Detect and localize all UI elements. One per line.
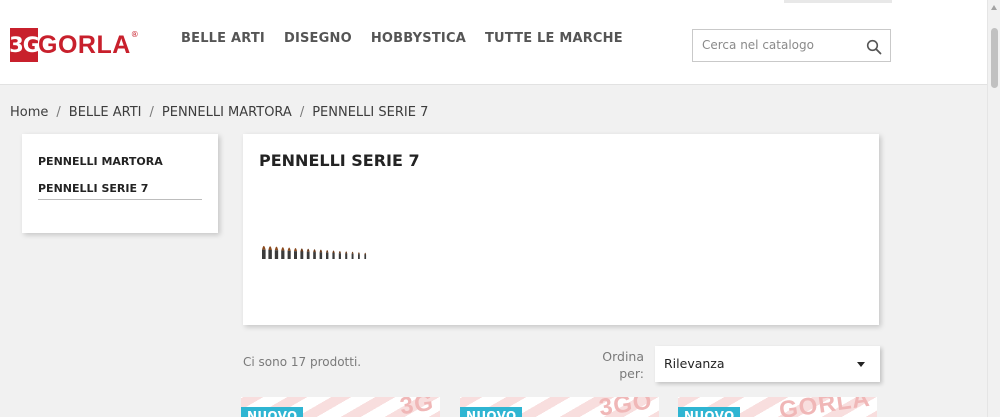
scrollbar-thumb[interactable]: [991, 28, 998, 88]
logo-text: GORLA: [38, 31, 131, 59]
breadcrumb-separator: /: [56, 105, 61, 120]
logo-registered: ®: [130, 30, 139, 39]
sort-dropdown[interactable]: Rilevanza: [655, 346, 880, 382]
product-card[interactable]: GORLA NUOVO: [678, 397, 877, 417]
category-title: PENNELLI SERIE 7: [259, 151, 420, 170]
new-badge: NUOVO: [460, 407, 523, 417]
page-scrollbar[interactable]: [987, 0, 1000, 417]
breadcrumb-separator: /: [299, 105, 305, 120]
sort-selected-value: Rilevanza: [664, 356, 725, 371]
brushes-series-image: [262, 245, 367, 259]
new-badge: NUOVO: [678, 407, 741, 417]
chevron-down-icon: [857, 362, 865, 367]
category-sidebar: PENNELLI MARTORA PENNELLI SERIE 7: [22, 134, 218, 233]
product-count: Ci sono 17 prodotti.: [243, 355, 362, 369]
search-box: [692, 29, 891, 62]
product-image-watermark: 3GO: [597, 397, 655, 417]
nav-item-tutte-le-marche[interactable]: TUTTE LE MARCHE: [485, 31, 623, 46]
breadcrumb: Home / BELLE ARTI / PENNELLI MARTORA / P…: [10, 105, 428, 120]
main-nav: BELLE ARTI DISEGNO HOBBYSTICA TUTTE LE M…: [181, 31, 623, 46]
breadcrumb-separator: /: [149, 105, 154, 120]
header-top-bar: [0, 0, 987, 4]
scroll-up-arrow-icon[interactable]: [991, 5, 997, 10]
product-image-watermark: 3G: [398, 397, 436, 417]
sidebar-item-pennelli-martora[interactable]: PENNELLI MARTORA: [38, 155, 163, 168]
site-header: 3G GORLA ® BELLE ARTI DISEGNO HOBBYSTICA…: [0, 0, 987, 85]
nav-item-belle-arti[interactable]: BELLE ARTI: [181, 31, 265, 46]
product-card[interactable]: 3GO NUOVO: [460, 397, 659, 417]
product-card[interactable]: 3G NUOVO: [241, 397, 440, 417]
logo-mark: 3G: [9, 28, 40, 62]
category-header: PENNELLI SERIE 7: [243, 134, 879, 325]
breadcrumb-pennelli-martora[interactable]: PENNELLI MARTORA: [162, 105, 292, 120]
nav-item-disegno[interactable]: DISEGNO: [284, 31, 352, 46]
site-logo[interactable]: 3G GORLA ®: [9, 27, 139, 63]
sort-label: Ordina per:: [602, 349, 644, 381]
breadcrumb-current: PENNELLI SERIE 7: [312, 105, 429, 120]
search-input[interactable]: [702, 38, 862, 52]
breadcrumb-belle-arti[interactable]: BELLE ARTI: [69, 105, 142, 120]
breadcrumb-home[interactable]: Home: [10, 105, 48, 120]
sidebar-active-underline: [38, 199, 202, 200]
new-badge: NUOVO: [241, 407, 304, 417]
nav-item-hobbystica[interactable]: HOBBYSTICA: [371, 31, 466, 46]
search-icon[interactable]: [866, 39, 882, 55]
product-image-watermark: GORLA: [777, 397, 873, 417]
sidebar-item-pennelli-serie-7[interactable]: PENNELLI SERIE 7: [38, 182, 148, 195]
